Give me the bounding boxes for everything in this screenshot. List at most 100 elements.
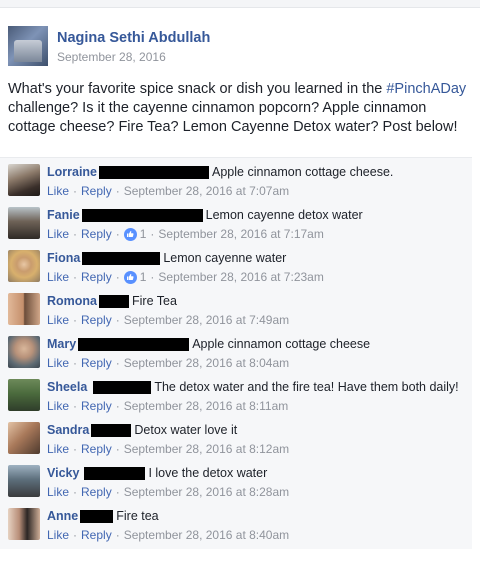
comment-text: Apple cinnamon cottage cheese. (212, 165, 394, 179)
comment-text: I love the detox water (148, 466, 268, 480)
separator: · (115, 313, 120, 327)
separator: · (73, 399, 78, 413)
like-link[interactable]: Like (47, 312, 69, 328)
separator: · (73, 442, 78, 456)
commenter-name[interactable]: Sandra (47, 422, 89, 438)
comment-avatar[interactable] (8, 422, 40, 454)
comment-avatar[interactable] (8, 293, 40, 325)
comment-timestamp[interactable]: September 28, 2016 at 8:28am (124, 484, 289, 500)
separator: · (73, 356, 78, 370)
facebook-post: Nagina Sethi Abdullah September 28, 2016… (0, 0, 480, 565)
comment-avatar[interactable] (8, 379, 40, 411)
comment-timestamp[interactable]: September 28, 2016 at 7:49am (124, 312, 289, 328)
like-link[interactable]: Like (47, 527, 69, 543)
redacted-surname (82, 251, 161, 265)
reply-link[interactable]: Reply (81, 484, 112, 500)
comment-avatar[interactable] (8, 164, 40, 196)
comment-body: Fanie Lemon cayenne detox water Like · R… (47, 207, 468, 242)
reply-link[interactable]: Reply (81, 398, 112, 414)
like-link[interactable]: Like (47, 398, 69, 414)
separator: · (115, 485, 120, 499)
reaction-summary[interactable]: 1 (123, 226, 147, 242)
like-link[interactable]: Like (47, 355, 69, 371)
comment-timestamp[interactable]: September 28, 2016 at 7:07am (124, 183, 289, 199)
like-link[interactable]: Like (47, 226, 69, 242)
comment-timestamp[interactable]: September 28, 2016 at 8:11am (124, 398, 289, 414)
separator: · (115, 399, 120, 413)
comment-timestamp[interactable]: September 28, 2016 at 8:40am (124, 527, 289, 543)
comment-body: Mary Apple cinnamon cottage cheese Like … (47, 336, 468, 371)
commenter-name[interactable]: Romona (47, 293, 97, 309)
commenter-name[interactable]: Mary (47, 336, 76, 352)
comment-avatar[interactable] (8, 336, 40, 368)
separator: · (115, 227, 120, 241)
comment: Romona Fire Tea Like · Reply · September… (8, 289, 468, 329)
separator: · (73, 270, 78, 284)
commenter-name[interactable]: Lorraine (47, 164, 97, 180)
reply-link[interactable]: Reply (81, 183, 112, 199)
separator: · (115, 528, 120, 542)
comment-body: Fiona Lemon cayenne water Like · Reply ·… (47, 250, 468, 285)
like-link[interactable]: Like (47, 484, 69, 500)
comment-text: Lemon cayenne detox water (205, 208, 363, 222)
comment-text: The detox water and the fire tea! Have t… (154, 380, 459, 394)
redacted-surname (99, 165, 210, 179)
commenter-name[interactable]: Anne (47, 508, 78, 524)
separator: · (115, 270, 120, 284)
post-text-after: challenge? Is it the cayenne cinnamon po… (8, 100, 458, 135)
separator: · (73, 184, 78, 198)
like-link[interactable]: Like (47, 269, 69, 285)
author-avatar[interactable] (8, 26, 48, 66)
post-date[interactable]: September 28, 2016 (57, 49, 210, 65)
thumbs-up-icon (123, 270, 137, 284)
comment-body: Vicky I love the detox water Like · Repl… (47, 465, 468, 500)
comment-body: Anne Fire tea Like · Reply · September 2… (47, 508, 468, 543)
author-name[interactable]: Nagina Sethi Abdullah (57, 29, 210, 47)
reply-link[interactable]: Reply (81, 441, 112, 457)
comment-timestamp[interactable]: September 28, 2016 at 7:17am (158, 226, 323, 242)
thumbs-up-icon (123, 227, 137, 241)
redacted-surname (84, 466, 146, 480)
comment-timestamp[interactable]: September 28, 2016 at 7:23am (158, 269, 323, 285)
commenter-name[interactable]: Vicky (47, 465, 79, 481)
commenter-name[interactable]: Fiona (47, 250, 80, 266)
redacted-surname (80, 509, 114, 523)
reaction-count: 1 (139, 270, 147, 284)
separator: · (73, 227, 78, 241)
like-link[interactable]: Like (47, 441, 69, 457)
comment-text: Lemon cayenne water (163, 251, 287, 265)
comment-body: Sheela The detox water and the fire tea!… (47, 379, 468, 414)
comment-timestamp[interactable]: September 28, 2016 at 8:12am (124, 441, 289, 457)
comment-text: Detox water love it (134, 423, 238, 437)
comment: Vicky I love the detox water Like · Repl… (8, 461, 468, 501)
comment-text: Fire tea (116, 509, 159, 523)
comments-section: Lorraine Apple cinnamon cottage cheese. … (0, 157, 472, 549)
comment: Sheela The detox water and the fire tea!… (8, 375, 468, 415)
reply-link[interactable]: Reply (81, 312, 112, 328)
comment-timestamp[interactable]: September 28, 2016 at 8:04am (124, 355, 289, 371)
reply-link[interactable]: Reply (81, 527, 112, 543)
reaction-summary[interactable]: 1 (123, 269, 147, 285)
separator: · (73, 313, 78, 327)
comment-avatar[interactable] (8, 250, 40, 282)
separator: · (115, 356, 120, 370)
separator: · (150, 227, 155, 241)
comment-avatar[interactable] (8, 207, 40, 239)
comment-avatar[interactable] (8, 508, 40, 540)
separator: · (150, 270, 155, 284)
comment-body: Sandra Detox water love it Like · Reply … (47, 422, 468, 457)
comment-body: Lorraine Apple cinnamon cottage cheese. … (47, 164, 468, 199)
comment: Sandra Detox water love it Like · Reply … (8, 418, 468, 458)
hashtag-link[interactable]: #PinchADay (386, 81, 466, 97)
comment: Fiona Lemon cayenne water Like · Reply ·… (8, 246, 468, 286)
reply-link[interactable]: Reply (81, 269, 112, 285)
redacted-surname (91, 423, 132, 437)
comment-avatar[interactable] (8, 465, 40, 497)
commenter-name[interactable]: Sheela (47, 379, 87, 395)
reaction-count: 1 (139, 227, 147, 241)
commenter-name[interactable]: Fanie (47, 207, 80, 223)
reply-link[interactable]: Reply (81, 355, 112, 371)
post-text-before: What's your favorite spice snack or dish… (8, 81, 387, 97)
like-link[interactable]: Like (47, 183, 69, 199)
reply-link[interactable]: Reply (81, 226, 112, 242)
